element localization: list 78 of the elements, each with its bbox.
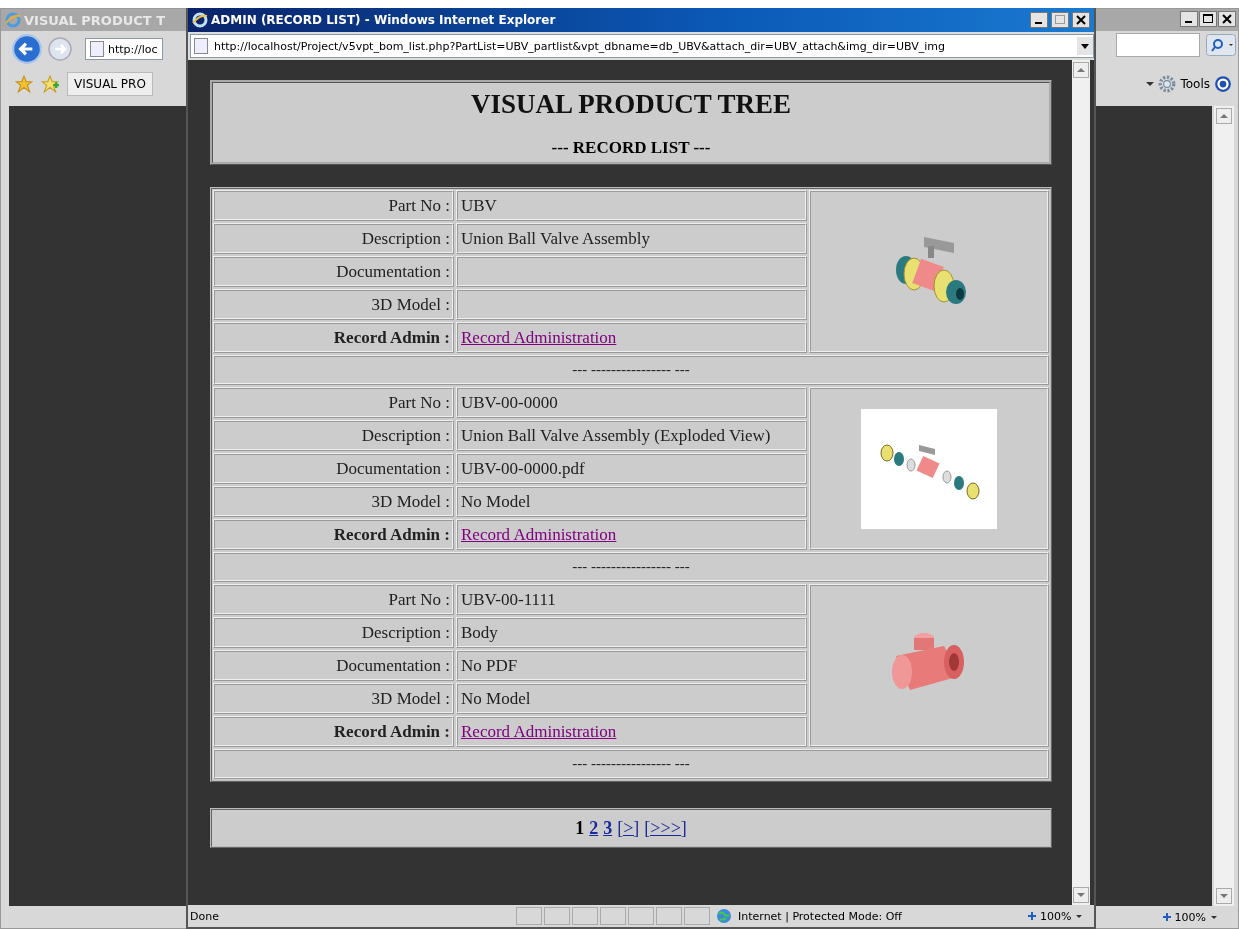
- record-separator: --- ---------------- ---: [213, 355, 1049, 385]
- status-text: Done: [190, 909, 220, 923]
- security-zone: Internet | Protected Mode: Off: [738, 909, 903, 923]
- zoom-control[interactable]: 100%: [1024, 909, 1088, 923]
- field-label: Part No :: [213, 387, 454, 418]
- record-separator: --- ---------------- ---: [213, 552, 1049, 582]
- field-text: UBV: [461, 196, 497, 215]
- scroll-down-button[interactable]: [1073, 887, 1089, 903]
- field-text: Union Ball Valve Assembly: [461, 229, 651, 248]
- field-label: Record Admin :: [213, 716, 454, 747]
- field-label: Documentation :: [213, 453, 454, 484]
- window-title: ADMIN (RECORD LIST) - Windows Internet Explorer: [211, 13, 556, 27]
- page-link[interactable]: [>>>]: [644, 817, 687, 839]
- scroll-down-button[interactable]: [1216, 888, 1232, 904]
- record-admin-link[interactable]: Record Administration: [461, 328, 617, 347]
- address-field[interactable]: http://loc: [85, 38, 163, 60]
- field-text: No Model: [461, 689, 531, 708]
- page-link[interactable]: [>]: [617, 817, 640, 839]
- field-text: UBV-00-1111: [461, 590, 556, 609]
- page-subtitle: --- RECORD LIST ---: [550, 138, 712, 158]
- field-label: Documentation :: [213, 256, 454, 287]
- maximize-button[interactable]: [1199, 11, 1217, 27]
- field-label: Documentation :: [213, 650, 454, 681]
- zoom-control[interactable]: 100%: [1158, 910, 1222, 924]
- record-admin-link[interactable]: Record Administration: [461, 722, 617, 741]
- field-label: 3D Model :: [213, 289, 454, 320]
- status-pane: [628, 907, 654, 925]
- field-label: Description :: [213, 420, 454, 451]
- address-field[interactable]: http://localhost/Project/v5vpt_bom_list.php?PartList=UBV_partlist&vpt_dbname=db_UBV&attach_dir=UBV_attach&img_dir=UBV_img: [190, 34, 1094, 58]
- dropdown-button[interactable]: [1077, 37, 1093, 55]
- field-label: 3D Model :: [213, 683, 454, 714]
- star-icon[interactable]: [15, 75, 33, 93]
- browser-tab[interactable]: VISUAL PRO: [67, 72, 153, 96]
- field-label: Description :: [213, 223, 454, 254]
- page-link[interactable]: 2: [589, 817, 599, 839]
- field-label: Record Admin :: [213, 519, 454, 550]
- status-pane: [684, 907, 710, 925]
- field-text: UBV-00-0000.pdf: [461, 459, 585, 478]
- globe-icon: [716, 908, 732, 924]
- record-admin-link[interactable]: Record Administration: [461, 525, 617, 544]
- record-separator: --- ---------------- ---: [213, 749, 1049, 779]
- dropdown-caret-icon[interactable]: [1146, 81, 1155, 87]
- scroll-up-button[interactable]: [1216, 108, 1232, 124]
- status-pane: [544, 907, 570, 925]
- zoom-icon: [1027, 911, 1037, 921]
- page-title: VISUAL PRODUCT TREE: [469, 89, 793, 120]
- field-text: No PDF: [461, 656, 518, 675]
- scroll-up-button[interactable]: [1073, 62, 1089, 78]
- field-label: Part No :: [213, 190, 454, 221]
- browser-icon: [192, 12, 208, 28]
- status-pane: [516, 907, 542, 925]
- close-button[interactable]: [1072, 12, 1090, 28]
- field-label: Part No :: [213, 584, 454, 615]
- page-icon: [194, 38, 208, 54]
- field-text: UBV-00-0000: [461, 393, 558, 412]
- search-field[interactable]: [1116, 33, 1200, 57]
- status-pane: [656, 907, 682, 925]
- field-text: Body: [461, 623, 498, 642]
- field-label: Description :: [213, 617, 454, 648]
- field-label: 3D Model :: [213, 486, 454, 517]
- status-pane: [600, 907, 626, 925]
- browser-icon: [5, 12, 21, 28]
- window-title: VISUAL PRODUCT T: [24, 12, 166, 28]
- current-page: 1: [575, 817, 585, 839]
- close-button[interactable]: [1218, 11, 1236, 27]
- field-text: No Model: [461, 492, 531, 511]
- search-button[interactable]: [1206, 34, 1236, 56]
- help-icon[interactable]: [1214, 75, 1232, 93]
- status-pane: [572, 907, 598, 925]
- field-text: Union Ball Valve Assembly (Exploded View): [461, 426, 771, 445]
- minimize-button[interactable]: [1180, 11, 1198, 27]
- page-icon: [90, 41, 104, 57]
- page-link[interactable]: 3: [603, 817, 613, 839]
- field-label: Record Admin :: [213, 322, 454, 353]
- minimize-button[interactable]: [1030, 12, 1048, 28]
- zoom-icon: [1161, 912, 1172, 922]
- tools-menu[interactable]: Tools: [1180, 77, 1210, 91]
- back-button[interactable]: [11, 33, 43, 65]
